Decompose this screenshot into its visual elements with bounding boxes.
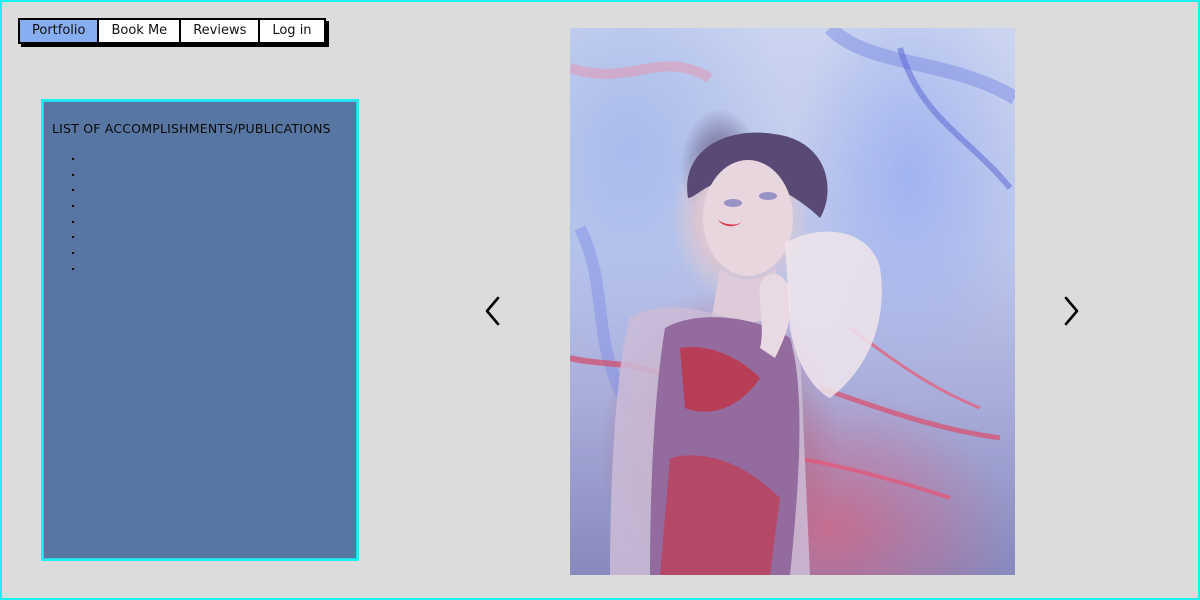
- carousel-prev-button[interactable]: [481, 294, 505, 328]
- page-frame: Portfolio Book Me Reviews Log in LIST OF…: [0, 0, 1200, 600]
- chevron-right-icon: [1064, 296, 1079, 326]
- nav-reviews[interactable]: Reviews: [179, 18, 261, 44]
- nav-portfolio[interactable]: Portfolio: [18, 18, 100, 44]
- nav-log-in[interactable]: Log in: [258, 18, 326, 44]
- portrait-illustration: [570, 28, 1015, 575]
- accomplishments-panel: LIST OF ACCOMPLISHMENTS/PUBLICATIONS: [41, 99, 359, 561]
- panel-title: LIST OF ACCOMPLISHMENTS/PUBLICATIONS: [52, 121, 331, 136]
- top-nav: Portfolio Book Me Reviews Log in: [18, 18, 326, 44]
- nav-book-me[interactable]: Book Me: [97, 18, 182, 44]
- chevron-left-icon: [485, 296, 500, 326]
- carousel-next-button[interactable]: [1059, 294, 1083, 328]
- portfolio-photo: [570, 28, 1015, 575]
